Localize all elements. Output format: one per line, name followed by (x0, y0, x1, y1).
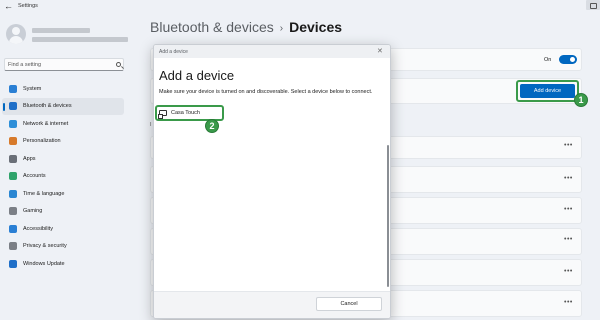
sidebar-item[interactable]: Bluetooth & devices (2, 97, 124, 115)
sidebar-item-label: Gaming (23, 208, 43, 215)
user-name-redacted (32, 28, 90, 33)
sidebar-item-label: Accounts (23, 173, 46, 180)
more-options-icon[interactable]: ••• (564, 175, 573, 182)
sidebar-item-label: Bluetooth & devices (23, 103, 72, 110)
person-icon (9, 172, 17, 181)
sidebar-item-label: Privacy & security (23, 243, 67, 250)
dialog-footer: Cancel (154, 291, 390, 318)
sidebar-item[interactable]: Network & internet (2, 115, 124, 133)
more-options-icon[interactable]: ••• (564, 268, 573, 275)
bluetooth-toggle[interactable] (559, 55, 577, 64)
breadcrumb-parent[interactable]: Bluetooth & devices (150, 19, 274, 35)
user-email-redacted (32, 37, 128, 42)
sidebar-item[interactable]: Accessibility (2, 220, 124, 238)
step-1-badge: 1 (574, 93, 588, 107)
shield-icon (9, 242, 17, 251)
brush-icon (9, 137, 17, 146)
search-icon[interactable] (116, 62, 121, 67)
monitor-icon (9, 84, 17, 93)
sidebar-item[interactable]: Gaming (2, 203, 124, 221)
sidebar-item-label: Personalization (23, 138, 61, 145)
cancel-button[interactable]: Cancel (316, 297, 382, 311)
sidebar-item-label: Network & internet (23, 120, 69, 127)
sidebar-item[interactable]: Accounts (2, 168, 124, 186)
title-bar: ← Settings (0, 0, 600, 14)
bluetooth-state-label: On (544, 57, 552, 63)
sidebar-item[interactable]: Privacy & security (2, 238, 124, 256)
add-device-highlight (516, 80, 579, 102)
breadcrumb: Bluetooth & devices › Devices (150, 19, 342, 35)
bluetooth-icon (9, 102, 17, 111)
more-options-icon[interactable]: ••• (564, 236, 573, 243)
add-device-dialog: Add a device ✕ Add a device Make sure yo… (153, 44, 391, 319)
dialog-scrollbar[interactable] (387, 145, 389, 287)
accessibility-icon (9, 224, 17, 233)
dialog-heading: Add a device (159, 68, 235, 83)
window-control-icon[interactable] (586, 0, 600, 10)
page-title: Devices (289, 19, 343, 35)
more-options-icon[interactable]: ••• (564, 206, 573, 213)
sidebar-item-label: Time & language (23, 190, 65, 197)
wifi-icon (9, 119, 17, 128)
sidebar-item[interactable]: Personalization (2, 133, 124, 151)
section-label: I (150, 122, 152, 128)
more-options-icon[interactable]: ••• (564, 142, 573, 149)
avatar[interactable] (6, 24, 26, 44)
sidebar-nav: System Bluetooth & devices Network & inter… (0, 80, 126, 273)
breadcrumb-separator: › (279, 23, 284, 34)
sidebar-item-label: Accessibility (23, 225, 53, 232)
sidebar-item[interactable]: System (2, 80, 124, 98)
controller-icon (9, 207, 17, 216)
sidebar-item[interactable]: Time & language (2, 185, 124, 203)
close-icon[interactable]: ✕ (377, 47, 383, 55)
dialog-title-bar: Add a device ✕ (154, 45, 390, 58)
sidebar-item[interactable]: Apps (2, 150, 124, 168)
sidebar-item-label: Apps (23, 155, 36, 162)
app-title: Settings (18, 3, 38, 9)
globe-clock-icon (9, 189, 17, 198)
update-icon (9, 259, 17, 268)
back-arrow-icon[interactable]: ← (4, 1, 13, 11)
search-box[interactable] (4, 58, 124, 71)
sidebar-item-label: System (23, 85, 42, 92)
search-input[interactable] (8, 60, 108, 70)
dialog-description: Make sure your device is turned on and d… (159, 89, 373, 95)
sidebar-item-label: Windows Update (23, 260, 65, 267)
step-2-badge: 2 (205, 119, 219, 133)
sidebar-item[interactable]: Windows Update (2, 255, 124, 273)
more-options-icon[interactable]: ••• (564, 299, 573, 306)
dialog-window-title: Add a device (159, 49, 188, 55)
apps-icon (9, 154, 17, 163)
